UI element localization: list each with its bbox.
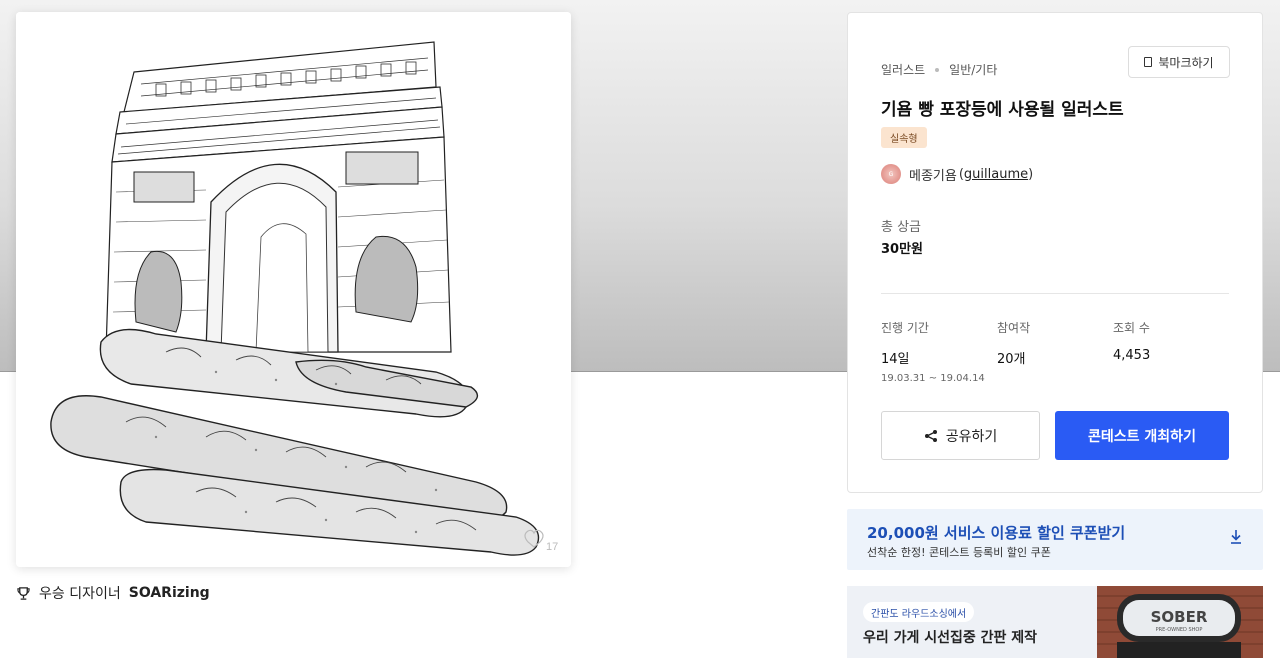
stat-entries-value: 20개 [997,352,1026,367]
trophy-icon [17,586,30,600]
stat-entries-label: 참여작 [997,321,1031,335]
ad-chip: 간판도 라우드소싱에서 [863,602,975,622]
share-label: 공유하기 [945,428,998,445]
winner-line: 우승 디자이너 SOARizing [16,584,210,602]
bookmark-icon [1144,57,1153,67]
sign-subtext: PRE-OWNED SHOP [1156,627,1203,633]
prize-value: 30만원 [881,242,924,257]
breadcrumb-category[interactable]: 일러스트 [881,61,925,78]
breadcrumb: 일러스트 일반/기타 [881,61,997,78]
prize-label: 총 상금 [881,220,922,235]
host-id-link[interactable]: guillaume [964,167,1028,182]
ad-title: 우리 가게 시선집중 간판 제작 [863,630,1038,646]
contest-info-card: 일러스트 일반/기타 북마크하기 기욤 빵 포장등에 사용될 일러스트 실속형 … [847,12,1263,493]
host-contest-button[interactable]: 콘테스트 개최하기 [1055,411,1229,460]
share-icon [924,429,937,442]
stat-views-label: 조회 수 [1113,321,1150,335]
stat-entries: 참여작 20개 [997,319,1030,367]
coupon-subtitle: 선착순 한정! 콘테스트 등록비 할인 쿠폰 [867,546,1051,559]
contest-type-badge: 실속형 [881,127,927,148]
host-row: G 메종기욤 (guillaume) [881,164,1033,184]
winner-prefix: 우승 디자이너 [39,586,121,602]
stat-duration-dates: 19.03.31 ~ 19.04.14 [881,373,985,384]
stat-duration: 진행 기간 14일 19.03.31 ~ 19.04.14 [881,319,985,384]
divider [881,293,1229,294]
download-icon[interactable] [1229,529,1243,545]
host-avatar[interactable]: G [881,164,901,184]
stat-duration-value: 14일 [881,352,910,367]
winner-name[interactable]: SOARizing [129,585,210,601]
bookmark-button[interactable]: 북마크하기 [1128,46,1230,78]
contest-title: 기욤 빵 포장등에 사용될 일러스트 [881,100,1124,120]
signboard-ad-banner[interactable]: 간판도 라우드소싱에서 우리 가게 시선집중 간판 제작 SOBER PRE-O… [847,586,1263,658]
share-button[interactable]: 공유하기 [881,411,1040,460]
coupon-title: 20,000원 서비스 이용료 할인 쿠폰받기 [867,524,1126,542]
artwork-like-count: 17 [546,541,558,553]
coupon-banner[interactable]: 20,000원 서비스 이용료 할인 쿠폰받기 선착순 한정! 콘테스트 등록비… [847,509,1263,570]
signboard-photo: SOBER PRE-OWNED SHOP [1097,586,1263,658]
host-name: 메종기욤 [909,168,957,184]
stat-duration-label: 진행 기간 [881,321,929,335]
breadcrumb-separator [935,67,940,72]
stat-views-value: 4,453 [1113,348,1151,363]
sign-text: SOBER [1151,608,1208,626]
breadcrumb-subcategory[interactable]: 일반/기타 [949,61,997,78]
arc-de-triomphe-baguette-illustration: 17 [16,12,571,567]
stat-views: 조회 수 4,453 [1113,319,1150,363]
artwork-image[interactable]: 17 [16,12,571,567]
bookmark-label: 북마크하기 [1158,55,1214,70]
